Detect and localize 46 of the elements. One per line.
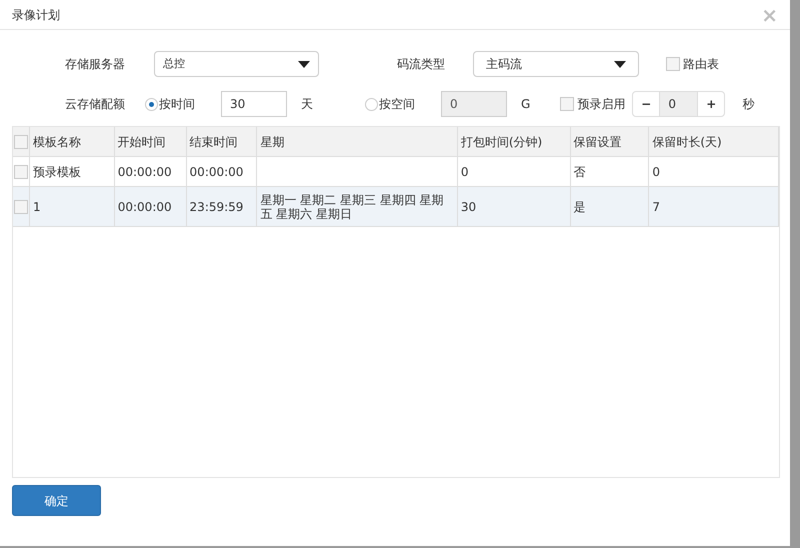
routing-table-checkbox[interactable] (666, 57, 680, 71)
field-label: 存储服务器 (65, 56, 126, 73)
quota-input[interactable]: 30 (221, 91, 287, 117)
column-header: 保留时长(天) (652, 134, 722, 150)
column-header: 模板名称 (32, 134, 81, 150)
column-header: 星期 (260, 134, 284, 150)
checkbox-label: 路由表 (683, 56, 719, 73)
unit-label: 天 (301, 96, 313, 113)
window-title: 录像计划 (12, 6, 60, 24)
table-cell-text: 星期一 星期二 星期三 星期四 星期五 星期六 星期日 (260, 192, 445, 220)
increment-button[interactable]: + (698, 92, 724, 116)
table-cell: 00:00:00 (118, 200, 172, 214)
field-label: 云存储配额 (65, 96, 126, 113)
table-cell: 00:00:00 (190, 164, 244, 178)
confirm-button[interactable]: 确定 (12, 485, 101, 516)
table-cell: 是 (574, 200, 586, 214)
row-checkbox[interactable] (14, 164, 28, 178)
table-cell: 23:59:59 (190, 200, 244, 214)
table-cell: 预录模板 (32, 164, 81, 178)
radio-label: 按时间 (159, 96, 195, 113)
field-label: 码流类型 (397, 56, 446, 73)
table-cell: 00:00:00 (118, 164, 172, 178)
table-cell: 7 (652, 200, 660, 214)
table-cell: 0 (652, 164, 660, 178)
row-checkbox[interactable] (14, 200, 28, 214)
table-cell: 1 (32, 200, 41, 214)
decrement-button[interactable]: − (633, 92, 660, 116)
column-header: 保留设置 (574, 134, 622, 150)
table-cell: 30 (460, 200, 476, 214)
storage-server-select[interactable]: 总控 (154, 51, 319, 77)
column-header: 打包时间(分钟) (460, 134, 542, 150)
prerecord-input[interactable]: 0 (659, 92, 698, 116)
table-cell: 否 (574, 164, 586, 178)
unit-label: G (521, 96, 530, 113)
column-header: 结束时间 (190, 134, 238, 150)
caret-icon (298, 60, 310, 68)
column-header: 开始时间 (118, 134, 166, 150)
stream-type-select[interactable]: 主码流 (473, 51, 639, 77)
radio-button[interactable] (145, 98, 158, 110)
radio-label: 按空间 (379, 96, 415, 113)
checkbox-label: 预录启用 (577, 96, 626, 113)
table-cell: 0 (460, 164, 468, 178)
select-all-checkbox[interactable] (14, 134, 28, 148)
caret-icon (614, 60, 626, 68)
unit-label: 秒 (742, 96, 754, 113)
prerecord-checkbox[interactable] (560, 97, 574, 111)
